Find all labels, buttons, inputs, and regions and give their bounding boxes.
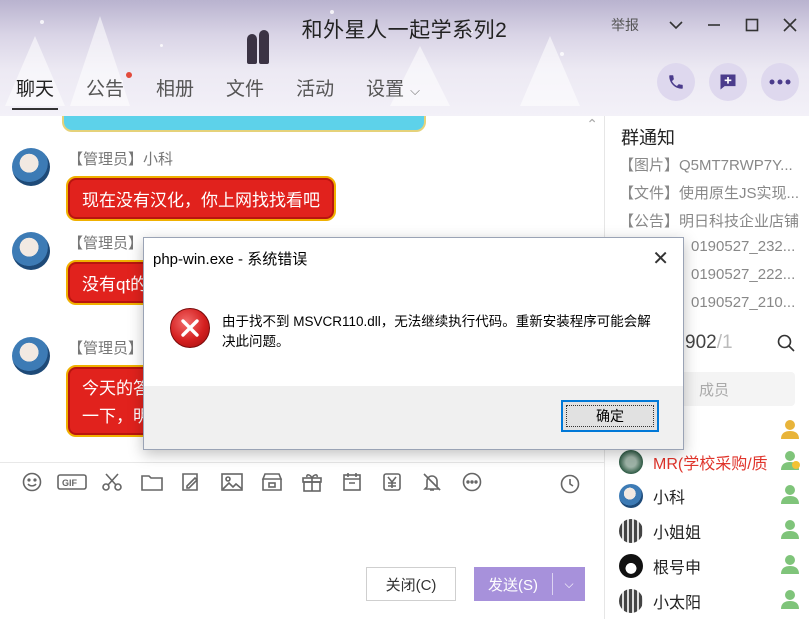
notice-title: 群通知 bbox=[621, 128, 675, 148]
notice-item[interactable]: 【文件】使用原生JS实现... bbox=[619, 182, 804, 203]
error-icon bbox=[170, 308, 210, 348]
tab-announcement[interactable]: 公告 bbox=[70, 66, 140, 112]
tab-chat[interactable]: 聊天 bbox=[0, 66, 70, 112]
emoji-icon[interactable] bbox=[12, 467, 52, 497]
phone-icon[interactable] bbox=[657, 63, 695, 101]
minimize-icon[interactable] bbox=[695, 8, 733, 42]
member-name: 小姐姐 bbox=[653, 525, 702, 542]
tab-files[interactable]: 文件 bbox=[210, 66, 280, 112]
gift-icon[interactable] bbox=[292, 467, 332, 497]
folder-icon[interactable] bbox=[132, 467, 172, 497]
avatar[interactable] bbox=[12, 232, 50, 270]
unread-badge bbox=[126, 72, 133, 78]
send-options-chevron-icon[interactable]: ⌵ bbox=[553, 577, 585, 592]
calendar-icon[interactable] bbox=[332, 467, 372, 497]
sender-name: 【管理员】 bbox=[68, 235, 144, 252]
member-item[interactable]: 小姐姐 bbox=[619, 514, 809, 548]
member-name: MR(学校采购/质 bbox=[653, 456, 768, 473]
member-role-icon bbox=[779, 483, 801, 510]
bell-icon[interactable] bbox=[412, 467, 452, 497]
chevron-down-icon: ⌵ bbox=[410, 83, 420, 98]
maximize-icon[interactable] bbox=[733, 8, 771, 42]
close-button[interactable]: 关闭(C) bbox=[366, 567, 456, 601]
clock-icon[interactable] bbox=[550, 469, 590, 499]
doodle-icon[interactable] bbox=[172, 467, 212, 497]
member-role-icon bbox=[779, 588, 801, 615]
sender-name: 【管理员】 bbox=[68, 340, 144, 357]
message-bubble: 现在没有汉化，你上网找找看吧 bbox=[66, 176, 336, 221]
notice-item[interactable]: 【图片】Q5MT7RWP7Y... bbox=[619, 154, 804, 175]
avatar bbox=[619, 484, 643, 508]
close-icon[interactable]: ✕ bbox=[652, 246, 669, 271]
error-dialog: php-win.exe - 系统错误 ✕ 由于找不到 MSVCR110.dll，… bbox=[143, 237, 684, 450]
chevron-down-icon[interactable] bbox=[657, 8, 695, 42]
member-item[interactable]: 小科 bbox=[619, 479, 809, 513]
shop-icon[interactable] bbox=[252, 467, 292, 497]
window-controls: 举报 bbox=[611, 8, 809, 42]
gif-icon[interactable]: GIF bbox=[52, 467, 92, 497]
dialog-message: 由于找不到 MSVCR110.dll，无法继续执行代码。重新安装程序可能会解决此… bbox=[222, 314, 651, 349]
dialog-title: php-win.exe - 系统错误 bbox=[153, 251, 308, 268]
close-icon[interactable] bbox=[771, 8, 809, 42]
avatar bbox=[619, 519, 643, 543]
more-dots-icon[interactable] bbox=[452, 467, 492, 497]
avatar[interactable] bbox=[12, 148, 50, 186]
collapse-icon[interactable]: ⌃ bbox=[586, 116, 598, 133]
tab-settings[interactable]: 设置 ⌵ bbox=[350, 66, 436, 112]
admin-role-icon bbox=[779, 449, 801, 476]
member-item[interactable]: 根号申 bbox=[619, 549, 809, 583]
member-count: 902/1 bbox=[685, 332, 733, 353]
image-icon[interactable] bbox=[212, 467, 252, 497]
send-button[interactable]: 发送(S) ⌵ bbox=[474, 567, 585, 601]
member-role-icon bbox=[779, 418, 801, 445]
search-icon[interactable] bbox=[777, 334, 795, 357]
dialog-footer: 确定 bbox=[144, 386, 683, 449]
avatar bbox=[619, 554, 643, 578]
tab-bar: 聊天 公告 相册 文件 活动 设置 ⌵ bbox=[0, 66, 436, 112]
report-button[interactable]: 举报 bbox=[611, 15, 639, 35]
message-bubble-partial bbox=[62, 116, 426, 132]
add-message-icon[interactable] bbox=[709, 63, 747, 101]
member-role-icon bbox=[779, 518, 801, 545]
ok-button[interactable]: 确定 bbox=[561, 400, 659, 432]
header-actions bbox=[657, 63, 799, 101]
svg-text:GIF: GIF bbox=[62, 478, 78, 488]
avatar bbox=[619, 450, 643, 474]
member-item[interactable]: MR(学校采购/质 bbox=[619, 445, 809, 479]
member-name: 小科 bbox=[653, 490, 686, 507]
member-item[interactable]: 小太阳 bbox=[619, 584, 809, 618]
avatar bbox=[619, 589, 643, 613]
member-name: 小太阳 bbox=[653, 595, 702, 612]
scissors-icon[interactable] bbox=[92, 467, 132, 497]
more-icon[interactable] bbox=[761, 63, 799, 101]
yuan-icon[interactable] bbox=[372, 467, 412, 497]
member-name: 根号申 bbox=[653, 560, 702, 577]
tab-activities[interactable]: 活动 bbox=[280, 66, 350, 112]
sender-name: 【管理员】小科 bbox=[68, 151, 174, 168]
member-role-icon bbox=[779, 553, 801, 580]
send-label: 发送(S) bbox=[488, 576, 538, 594]
input-toolbar: GIF bbox=[0, 462, 604, 500]
tab-album[interactable]: 相册 bbox=[140, 66, 210, 112]
avatar[interactable] bbox=[12, 337, 50, 375]
notice-item[interactable]: 【公告】明日科技企业店铺 bbox=[619, 210, 804, 231]
